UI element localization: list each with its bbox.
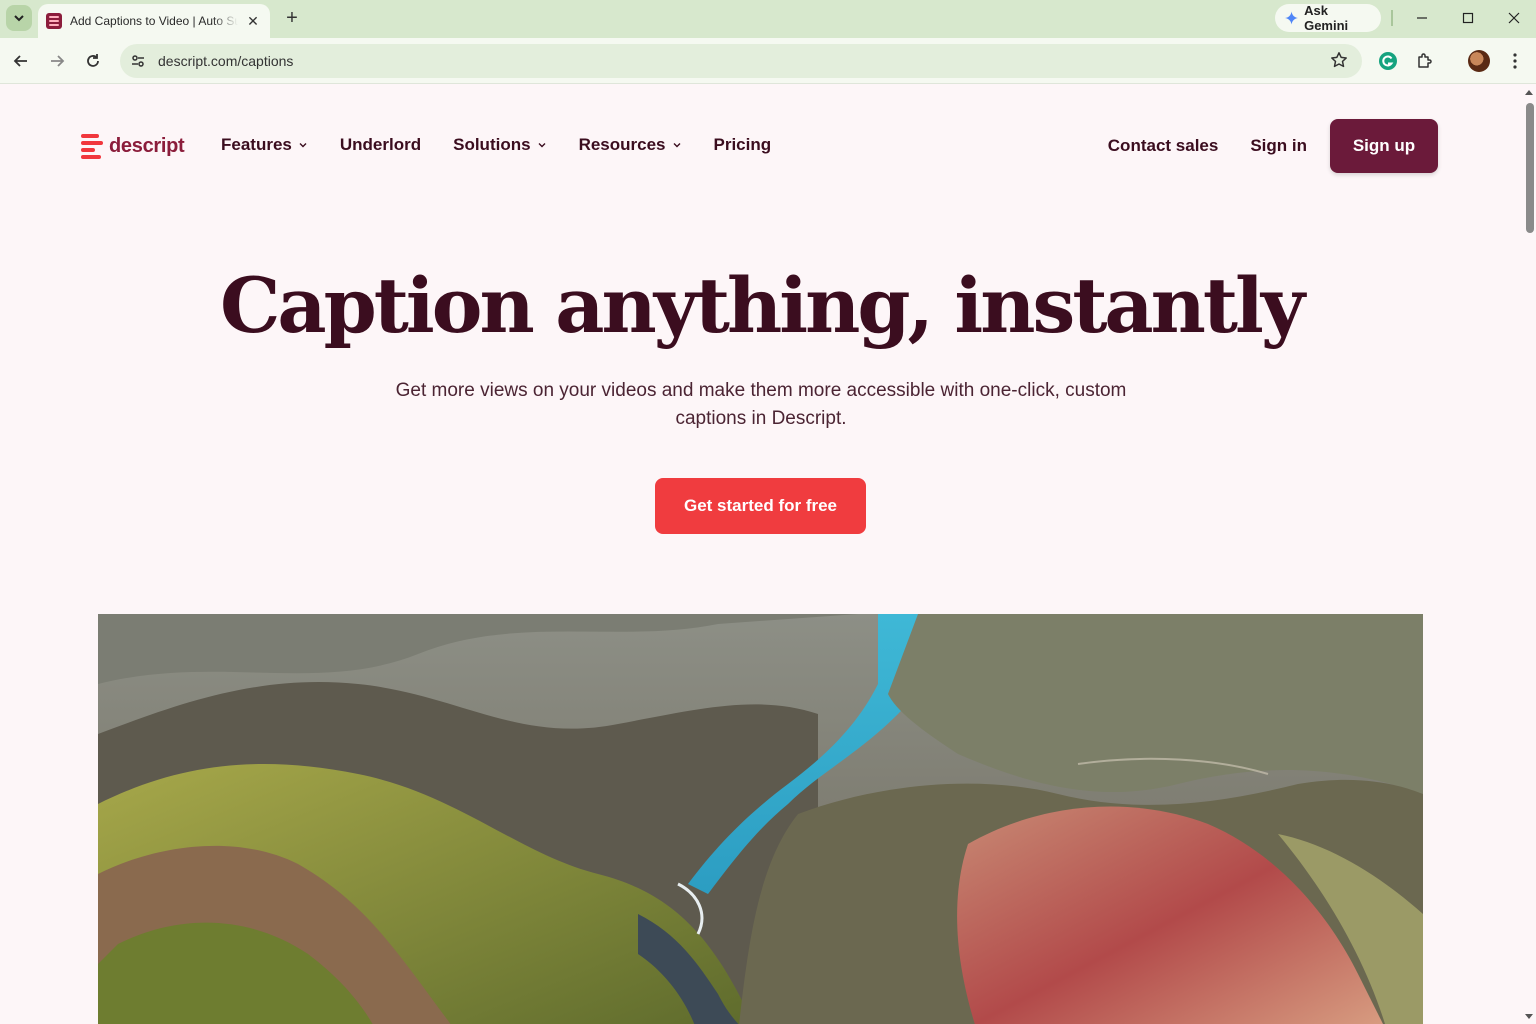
browser-tab-active[interactable]: Add Captions to Video | Auto Subtitle Ge… [38,4,270,38]
new-tab-button[interactable]: + [280,6,304,30]
web-page: descript Features Underlord Solutions Re… [0,85,1522,1024]
maximize-icon [1462,12,1474,24]
reload-icon [87,54,99,67]
reload-button[interactable] [79,47,107,75]
account-nav: Contact sales Sign in Sign up [1108,119,1438,173]
minimize-icon [1417,17,1427,19]
scrollbar-thumb[interactable] [1526,103,1534,233]
extensions-button[interactable] [1412,48,1438,74]
logo-text: descript [109,134,185,157]
descript-logo[interactable]: descript [81,133,185,159]
close-icon [1508,12,1520,24]
browser-tabstrip: Add Captions to Video | Auto Subtitle Ge… [0,0,1536,38]
nav-features[interactable]: Features [221,135,308,155]
hero-landscape-image [98,614,1423,1024]
chevron-down-icon [672,140,682,153]
gemini-sparkle-icon [1285,11,1299,25]
descript-logo-icon [81,133,103,159]
tab-search-button[interactable] [6,5,32,31]
hero-subtitle: Get more views on your videos and make t… [395,380,1127,429]
ask-gemini-button[interactable]: Ask Gemini [1275,3,1381,33]
chevron-down-icon [537,140,547,153]
tab-close-icon[interactable]: ✕ [244,12,262,30]
nav-resources[interactable]: Resources [579,135,682,155]
bookmark-star-icon[interactable] [1330,51,1348,74]
address-bar[interactable]: descript.com/captions [120,44,1362,78]
nav-solutions[interactable]: Solutions [453,135,546,155]
aerial-landscape-icon [98,614,1423,1024]
sign-in-link[interactable]: Sign in [1250,136,1307,156]
nav-solutions-label: Solutions [453,135,531,154]
more-vertical-icon [1513,53,1517,69]
ask-gemini-label: Ask Gemini [1304,3,1349,33]
main-nav: Features Underlord Solutions Resources P… [221,135,771,155]
back-button[interactable] [7,47,35,75]
nav-underlord-label: Underlord [339,135,422,154]
hero-title: Caption anything, instantly [219,261,1305,350]
descript-favicon-icon [46,13,62,29]
page-scrollbar[interactable] [1522,85,1536,1024]
chevron-down-icon [298,140,308,153]
star-icon [1331,52,1347,68]
nav-features-label: Features [221,135,292,154]
site-settings-icon[interactable] [130,53,146,69]
chevron-down-icon [14,15,24,22]
scroll-down-arrow-icon[interactable] [1525,1014,1533,1019]
arrow-right-icon [51,55,65,67]
scroll-up-arrow-icon[interactable] [1525,90,1533,95]
url-text: descript.com/captions [158,53,294,69]
arrow-left-icon [13,55,27,67]
forward-button[interactable] [43,47,71,75]
tabstrip-divider [1391,10,1393,26]
profile-button[interactable] [1466,48,1492,74]
close-window-button[interactable] [1494,4,1534,32]
nav-underlord[interactable]: Underlord [340,135,421,155]
nav-resources-label: Resources [578,135,666,154]
sign-up-button[interactable]: Sign up [1330,119,1438,173]
nav-pricing-label: Pricing [713,135,772,154]
maximize-button[interactable] [1448,4,1488,32]
minimize-button[interactable] [1402,4,1442,32]
contact-sales-link[interactable]: Contact sales [1108,136,1219,156]
puzzle-icon [1418,53,1432,68]
tab-title: Add Captions to Video | Auto Subtitle Ge… [70,14,238,28]
browser-menu-button[interactable] [1502,48,1528,74]
get-started-button[interactable]: Get started for free [655,478,866,534]
nav-pricing[interactable]: Pricing [714,135,772,155]
grammarly-extension-icon[interactable] [1375,48,1401,74]
avatar [1468,50,1490,72]
grammarly-icon [1379,52,1397,70]
browser-toolbar: descript.com/captions [0,38,1536,84]
